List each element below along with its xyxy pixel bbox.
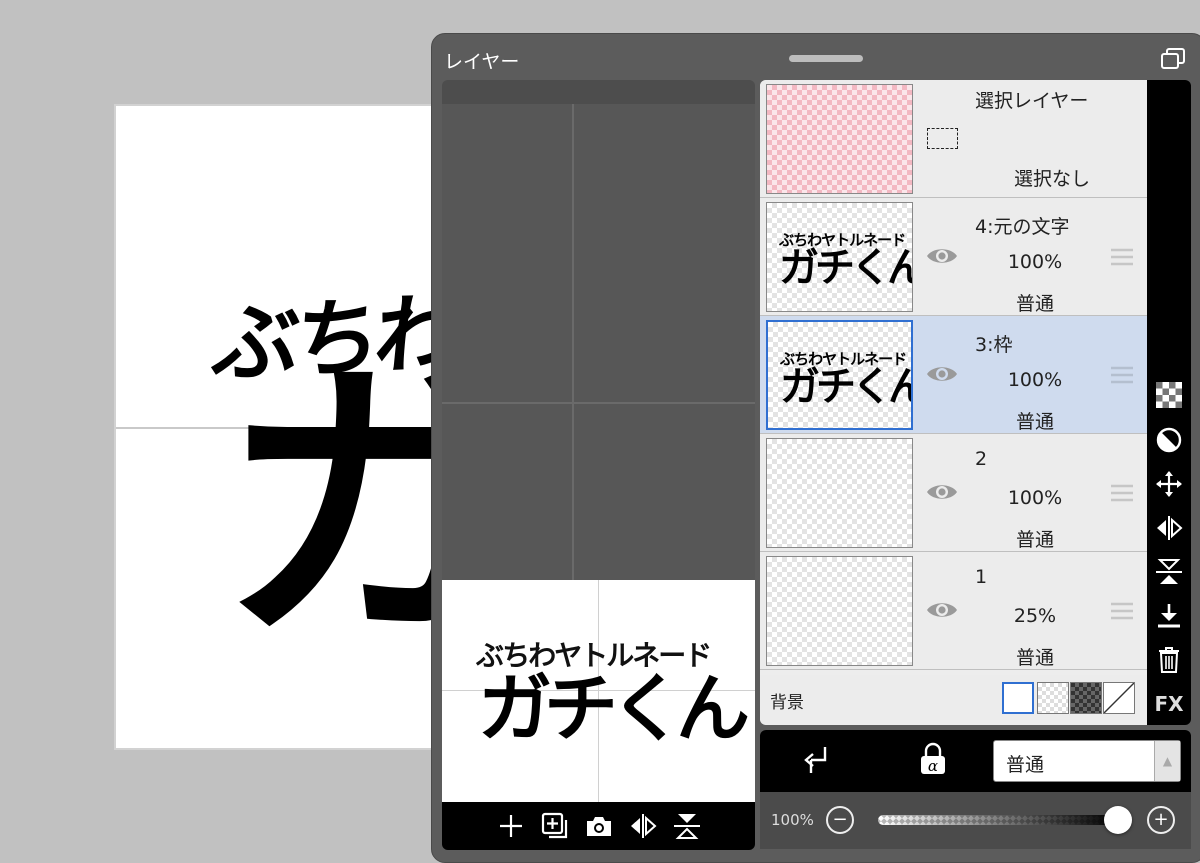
layer-opacity: 25% <box>1013 605 1057 627</box>
flip-h-icon[interactable] <box>1154 513 1184 543</box>
layer-blend-mode: 普通 <box>1015 647 1054 669</box>
layer-thumbnail <box>766 556 913 666</box>
camera-icon[interactable] <box>584 811 614 841</box>
add-layer-icon[interactable] <box>496 811 526 841</box>
layer-opacity: 100% <box>1007 251 1063 273</box>
layer-row[interactable]: ぶちわヤトルネード ガチくん 3:枠 100% 普通 <box>760 316 1147 434</box>
layer-name: 4:元の文字 <box>975 216 1070 238</box>
background-label: 背景 <box>770 693 804 713</box>
layer-blend-mode: 普通 <box>1015 411 1054 433</box>
window-toggle-icon[interactable] <box>1161 48 1185 70</box>
layer-preview[interactable]: ぶちわヤトルネード ガチくん <box>442 80 755 850</box>
preview-thumbnail[interactable]: ぶちわヤトルネード ガチくん <box>442 580 755 802</box>
opacity-control: 100% − + <box>760 792 1191 849</box>
layer-opacity: 100% <box>1007 369 1063 391</box>
background-white-swatch[interactable] <box>1002 682 1034 714</box>
thumb-title: ガチくん <box>780 364 913 410</box>
thumb-title: ガチくん <box>779 245 913 291</box>
flip-horizontal-icon[interactable] <box>628 811 658 841</box>
preview-toolbar <box>442 802 755 850</box>
flip-v-icon[interactable] <box>1154 557 1184 587</box>
reorder-handle-icon[interactable] <box>1110 248 1134 266</box>
layer-blend-mode: 普通 <box>1015 529 1054 551</box>
layer-row[interactable]: ぶちわヤトルネード ガチくん 4:元の文字 100% 普通 <box>760 198 1147 316</box>
selection-layer-name: 選択レイヤー <box>975 90 1089 112</box>
layer-tool-strip: FX <box>1147 80 1191 759</box>
layer-thumbnail: ぶちわヤトルネード ガチくん <box>766 202 913 312</box>
checker-icon[interactable] <box>1154 380 1184 410</box>
add-copy-layer-icon[interactable] <box>540 811 570 841</box>
dropdown-arrow-icon: ▲ <box>1154 741 1180 781</box>
opacity-increase-button[interactable]: + <box>1147 806 1175 834</box>
visibility-eye-icon[interactable] <box>926 245 958 267</box>
preview-header <box>442 80 755 104</box>
layer-thumbnail: ぶちわヤトルネード ガチくん <box>766 320 913 430</box>
clipping-icon[interactable] <box>803 744 833 776</box>
alpha-lock-icon[interactable]: α <box>918 742 948 776</box>
trash-icon[interactable] <box>1154 645 1184 675</box>
opacity-decrease-button[interactable]: − <box>826 806 854 834</box>
reorder-handle-icon[interactable] <box>1110 366 1134 384</box>
background-transparent-light-swatch[interactable] <box>1037 682 1069 714</box>
visibility-eye-icon[interactable] <box>926 363 958 385</box>
layer-panel: レイヤー ぶちわヤトルネード ガチくん 選択レイヤー 選択なし ぶちわヤトルネー… <box>431 33 1200 863</box>
layer-row[interactable]: 2 100% 普通 <box>760 434 1147 552</box>
opacity-slider-track[interactable] <box>878 815 1118 825</box>
background-row: 背景 <box>760 675 1147 725</box>
blend-mode-value: 普通 <box>1006 754 1045 776</box>
svg-text:α: α <box>928 757 938 775</box>
layer-opacity: 100% <box>1007 487 1063 509</box>
visibility-eye-icon[interactable] <box>926 599 958 621</box>
blend-mode-select[interactable]: 普通 ▲ <box>993 740 1181 782</box>
fx-button[interactable]: FX <box>1154 689 1184 719</box>
visibility-eye-icon[interactable] <box>926 481 958 503</box>
move-icon[interactable] <box>1154 469 1184 499</box>
layer-bottom-bar: α 普通 ▲ <box>760 730 1191 792</box>
selection-layer-thumbnail <box>766 84 913 194</box>
layer-name: 3:枠 <box>975 334 1013 356</box>
layer-name: 1 <box>975 566 988 588</box>
layer-name: 2 <box>975 448 988 470</box>
preview-guide-horizontal <box>442 402 755 404</box>
selection-layer-row[interactable]: 選択レイヤー 選択なし <box>760 80 1147 198</box>
panel-drag-handle[interactable] <box>789 55 863 62</box>
flip-vertical-icon[interactable] <box>672 811 702 841</box>
background-transparent-dark-swatch[interactable] <box>1070 682 1102 714</box>
preview-guide-vertical <box>572 104 574 584</box>
layer-blend-mode: 普通 <box>1015 293 1054 315</box>
merge-down-icon[interactable] <box>1154 601 1184 631</box>
opacity-label: 100% <box>771 811 814 829</box>
reorder-handle-icon[interactable] <box>1110 484 1134 502</box>
background-none-swatch[interactable] <box>1103 682 1135 714</box>
layer-thumbnail <box>766 438 913 548</box>
panel-title: レイヤー <box>444 51 520 73</box>
layer-list: 選択レイヤー 選択なし ぶちわヤトルネード ガチくん 4:元の文字 100% 普… <box>760 80 1147 725</box>
reorder-handle-icon[interactable] <box>1110 602 1134 620</box>
preview-title: ガチくん <box>478 666 750 752</box>
layer-row[interactable]: 1 25% 普通 <box>760 552 1147 670</box>
half-circle-icon[interactable] <box>1154 425 1184 455</box>
opacity-slider-thumb[interactable] <box>1104 806 1132 834</box>
selection-layer-status: 選択なし <box>1014 168 1091 190</box>
selection-marquee-icon <box>927 128 958 149</box>
